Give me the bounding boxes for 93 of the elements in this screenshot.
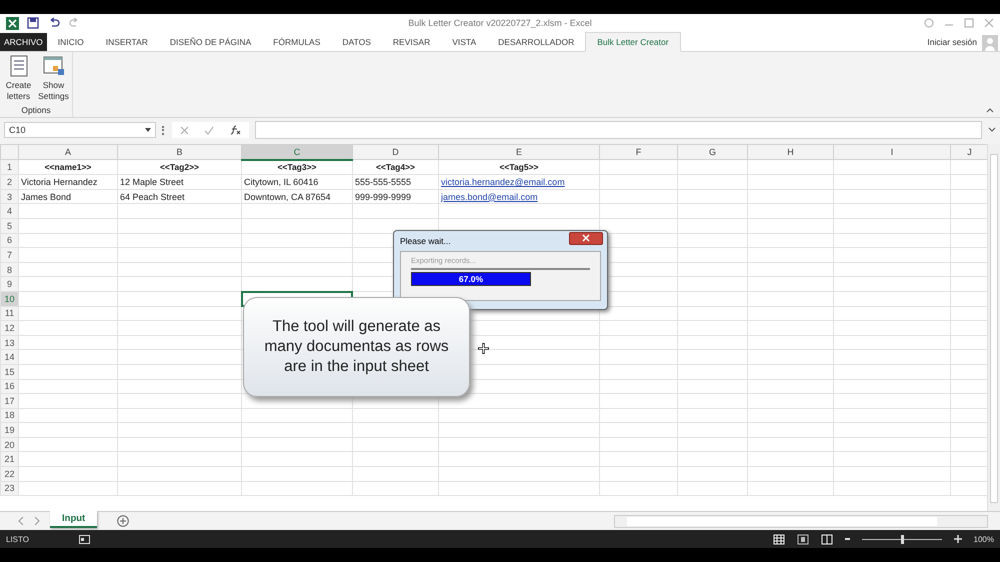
table-cell-text: James Bond <box>20 192 72 202</box>
row-header[interactable]: 16 <box>0 379 18 394</box>
table-cell-text: <<Tag2>> <box>158 161 200 174</box>
table-cell-text: Downtown, CA 87654 <box>243 192 331 202</box>
table-cell-text: 64 Peach Street <box>119 192 185 202</box>
group-label: Options <box>20 105 52 117</box>
row-header[interactable]: 1 <box>0 160 18 175</box>
page-break-icon[interactable] <box>820 534 833 544</box>
zoom-thumb[interactable] <box>900 534 904 544</box>
ribbon-button[interactable]: Show Settings <box>37 55 70 102</box>
progress-percent: 67.0% <box>458 274 484 284</box>
row-header[interactable]: 14 <box>0 350 18 364</box>
zoom-in-icon[interactable] <box>954 535 962 543</box>
table-cell-text: Citytown, IL 60416 <box>243 176 318 187</box>
tooltip-text: The tool will generate as many documentas as rows are in the input sheet <box>263 317 450 377</box>
close-icon <box>582 234 590 242</box>
vertical-scrollbar[interactable] <box>987 144 1000 511</box>
row-header[interactable]: 22 <box>0 466 18 482</box>
row-header[interactable]: 10 <box>0 291 18 306</box>
row-header[interactable]: 5 <box>0 218 18 234</box>
row-header[interactable]: 19 <box>0 422 18 438</box>
ribbon-button[interactable]: Create letters <box>2 55 35 102</box>
row-header[interactable]: 20 <box>0 437 18 452</box>
row-header[interactable]: 17 <box>0 394 18 408</box>
ribbon-tab[interactable]: INSERTAR <box>94 33 159 51</box>
collapse-ribbon-icon[interactable] <box>986 107 994 113</box>
normal-view-icon[interactable] <box>772 534 785 544</box>
excel-logo-icon <box>6 16 19 30</box>
sign-in-link[interactable]: Iniciar sesión <box>927 36 977 46</box>
previous-sheet-icon[interactable] <box>18 517 24 525</box>
table-cell-text: 555-555-5555 <box>354 176 412 187</box>
row-header[interactable]: 23 <box>0 481 18 496</box>
table-cell-text: <<name1>> <box>44 161 92 174</box>
window-title: Bulk Letter Creator v20220727_2.xlsm - Excel <box>408 18 592 28</box>
ribbon-tab[interactable]: INICIO <box>46 33 95 51</box>
table-cell-text: 12 Maple Street <box>119 176 184 187</box>
next-sheet-icon[interactable] <box>34 517 40 525</box>
table-cell-text: <<Tag5>> <box>498 161 540 174</box>
page-layout-icon[interactable] <box>796 534 809 544</box>
settings-window-icon <box>42 55 64 77</box>
horizontal-scrollbar[interactable] <box>614 514 988 528</box>
status-text: LISTO <box>6 534 29 544</box>
row-header[interactable]: 7 <box>0 248 18 262</box>
ribbon-tab[interactable]: DATOS <box>331 33 382 51</box>
row-header[interactable]: 2 <box>0 174 18 190</box>
move-cursor-icon <box>478 343 489 354</box>
zoom-slider[interactable] <box>862 534 942 544</box>
ribbon-tab[interactable]: Bulk Letter Creator <box>585 32 681 52</box>
zoom-percent[interactable]: 100% <box>974 534 994 544</box>
column-header[interactable]: B <box>118 144 242 160</box>
column-header[interactable]: J <box>950 144 988 160</box>
row-header[interactable]: 13 <box>0 335 18 350</box>
ribbon-tab[interactable]: REVISAR <box>382 33 442 51</box>
row-header[interactable]: 3 <box>0 189 18 204</box>
ribbon-tab[interactable]: DESARROLLADOR <box>487 33 586 51</box>
table-cell-text: 999-999-9999 <box>354 192 412 202</box>
row-header[interactable]: 18 <box>0 408 18 423</box>
table-cell-text: Victoria Hernandez <box>20 176 98 187</box>
close-button[interactable] <box>569 232 603 244</box>
row-header[interactable]: 11 <box>0 306 18 321</box>
column-header[interactable]: D <box>352 144 438 160</box>
save-icon[interactable] <box>27 17 39 29</box>
row-header[interactable]: 9 <box>0 276 18 292</box>
checkmark-icon[interactable] <box>204 126 214 134</box>
row-header[interactable]: 4 <box>0 204 18 218</box>
formula-input[interactable] <box>255 121 982 139</box>
row-header[interactable]: 8 <box>0 262 18 277</box>
expand-icon[interactable] <box>988 127 996 133</box>
macro-record-icon[interactable] <box>78 534 90 544</box>
column-header[interactable]: H <box>748 144 834 160</box>
file-tab[interactable]: ARCHIVO <box>0 33 47 51</box>
grip-icon <box>162 126 166 134</box>
row-header[interactable]: 15 <box>0 364 18 379</box>
ribbon-tab[interactable]: DISEÑO DE PÁGINA <box>158 33 262 51</box>
name-box[interactable]: C10 <box>4 122 156 138</box>
ribbon-tab[interactable]: VISTA <box>441 33 488 51</box>
ribbon-tab[interactable]: FÓRMULAS <box>262 33 332 51</box>
row-header[interactable]: 12 <box>0 320 18 336</box>
table-cell-text: <<Tag4>> <box>374 161 416 174</box>
document-list-icon <box>8 55 28 77</box>
table-cell-text: <<Tag3>> <box>276 161 318 174</box>
function-icon[interactable] <box>229 125 241 135</box>
add-sheet-icon[interactable] <box>117 515 130 527</box>
row-header[interactable]: 6 <box>0 233 18 248</box>
column-header[interactable]: G <box>678 144 748 160</box>
sheet-tab[interactable]: Input <box>50 511 98 528</box>
row-header[interactable]: 21 <box>0 452 18 467</box>
column-header[interactable]: A <box>18 144 118 160</box>
column-header[interactable]: F <box>600 144 678 160</box>
column-header[interactable]: I <box>834 144 950 160</box>
dialog-title: Please wait... <box>400 236 451 246</box>
column-header[interactable]: C <box>242 144 352 160</box>
column-header[interactable]: E <box>438 144 600 160</box>
